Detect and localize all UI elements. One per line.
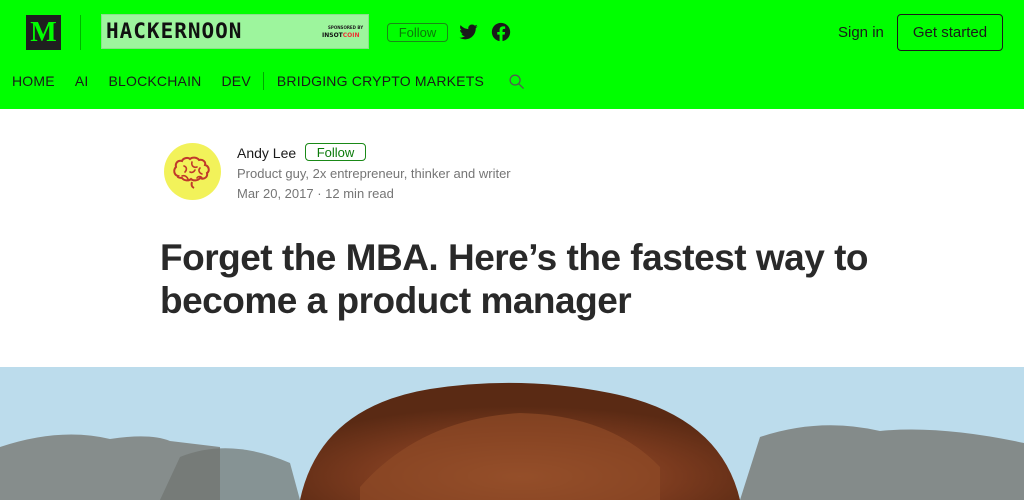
author-name[interactable]: Andy Lee	[237, 145, 296, 161]
sign-in-link[interactable]: Sign in	[838, 24, 884, 41]
medium-logo[interactable]: M	[26, 15, 61, 50]
publication-logo[interactable]: HACKERNOON SPONSORED BY INSOTCOIN	[101, 14, 369, 49]
brain-icon	[172, 156, 210, 189]
sponsor-name-primary: INSOT	[322, 32, 343, 39]
hero-image	[0, 367, 1024, 500]
publication-header: M HACKERNOON SPONSORED BY INSOTCOIN Foll…	[0, 0, 1024, 109]
nav-divider	[262, 72, 264, 90]
twitter-icon[interactable]	[458, 22, 479, 42]
article-title: Forget the MBA. Here’s the fastest way t…	[160, 237, 869, 321]
publication-nav: HOME AI BLOCKCHAIN DEV BRIDGING CRYPTO M…	[12, 72, 525, 90]
search-icon[interactable]	[508, 73, 525, 90]
nav-item-home[interactable]: HOME	[12, 72, 55, 90]
nav-item-bridging-crypto-markets[interactable]: BRIDGING CRYPTO MARKETS	[277, 72, 484, 90]
follow-publication-button[interactable]: Follow	[387, 23, 448, 42]
author-bio: Product guy, 2x entrepreneur, thinker an…	[237, 166, 511, 181]
sponsor-label: SPONSORED BY	[328, 25, 364, 30]
nav-item-dev[interactable]: DEV	[221, 72, 250, 90]
get-started-button[interactable]: Get started	[897, 14, 1003, 51]
article-date-readtime: Mar 20, 2017 · 12 min read	[237, 186, 394, 201]
hero-photo	[0, 367, 1024, 500]
sponsor-name-accent: COIN	[342, 32, 360, 39]
header-divider	[80, 15, 81, 50]
publication-logo-text: HACKERNOON	[106, 19, 243, 43]
avatar[interactable]	[164, 143, 221, 200]
medium-logo-letter: M	[30, 16, 57, 48]
nav-item-ai[interactable]: AI	[75, 72, 89, 90]
nav-item-blockchain[interactable]: BLOCKCHAIN	[108, 72, 201, 90]
facebook-icon[interactable]	[491, 22, 511, 42]
follow-author-button[interactable]: Follow	[305, 143, 366, 161]
sponsor-name: INSOTCOIN	[322, 32, 360, 40]
